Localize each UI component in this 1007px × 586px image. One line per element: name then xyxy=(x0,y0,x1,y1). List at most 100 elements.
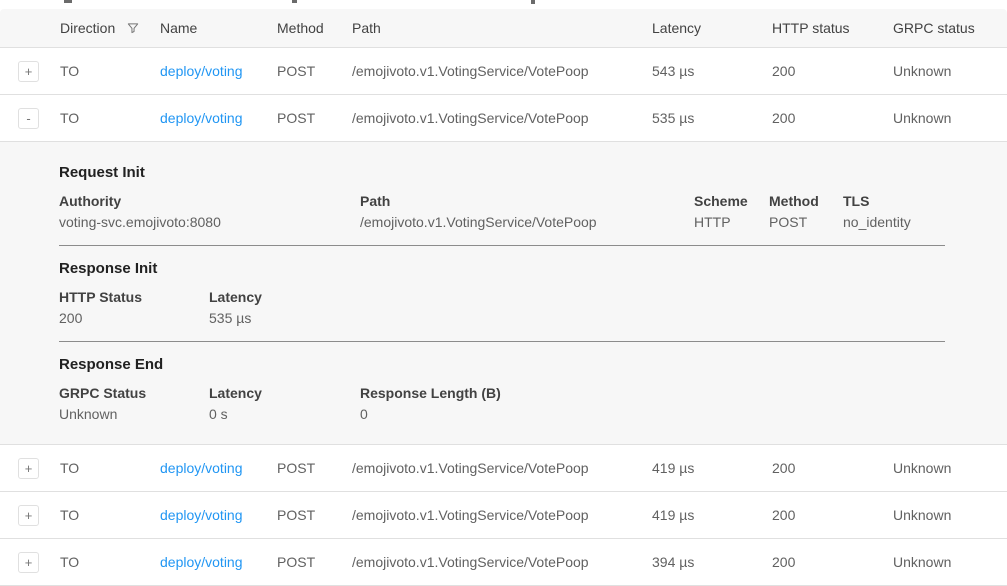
latency-value: 535 µs xyxy=(209,308,945,329)
row-grpc-status: Unknown xyxy=(893,507,1007,523)
cropped-top-content xyxy=(0,0,1007,9)
response-length-value: 0 xyxy=(360,404,945,425)
column-header-method: Method xyxy=(277,20,352,36)
tls-value: no_identity xyxy=(843,212,945,233)
table-row: + TO deploy/voting POST /emojivoto.v1.Vo… xyxy=(0,445,1007,492)
grpc-status-value: Unknown xyxy=(59,404,209,425)
row-method: POST xyxy=(277,554,352,570)
authority-field: Authority voting-svc.emojivoto:8080 xyxy=(59,191,360,233)
row-path: /emojivoto.v1.VotingService/VotePoop xyxy=(352,110,652,126)
response-length-field: Response Length (B) 0 xyxy=(360,383,945,425)
latency-label: Latency xyxy=(209,383,360,404)
row-method: POST xyxy=(277,110,352,126)
table-row: + TO deploy/voting POST /emojivoto.v1.Vo… xyxy=(0,539,1007,586)
response-end-section: Response End GRPC Status Unknown Latency… xyxy=(59,354,945,425)
table-row-expanded: - TO deploy/voting POST /emojivoto.v1.Vo… xyxy=(0,95,1007,142)
path-field: Path /emojivoto.v1.VotingService/VotePoo… xyxy=(360,191,694,233)
scheme-field: Scheme HTTP xyxy=(694,191,769,233)
method-field: Method POST xyxy=(769,191,843,233)
grpc-status-label: GRPC Status xyxy=(59,383,209,404)
row-latency: 394 µs xyxy=(652,554,772,570)
table-row: + TO deploy/voting POST /emojivoto.v1.Vo… xyxy=(0,48,1007,95)
grpc-status-field: GRPC Status Unknown xyxy=(59,383,209,425)
row-name-link[interactable]: deploy/voting xyxy=(160,460,243,476)
collapse-row-button[interactable]: - xyxy=(18,108,39,129)
row-name-link[interactable]: deploy/voting xyxy=(160,110,243,126)
table-header-row: Direction Name Method Path Latency HTTP … xyxy=(0,9,1007,48)
scheme-value: HTTP xyxy=(694,212,769,233)
row-latency: 419 µs xyxy=(652,460,772,476)
row-direction: TO xyxy=(60,554,160,570)
row-direction: TO xyxy=(60,460,160,476)
tap-results-table: Direction Name Method Path Latency HTTP … xyxy=(0,9,1007,586)
http-status-label: HTTP Status xyxy=(59,287,209,308)
row-direction: TO xyxy=(60,110,160,126)
method-value: POST xyxy=(769,212,843,233)
row-direction: TO xyxy=(60,507,160,523)
cropped-text-fragment xyxy=(531,0,535,4)
row-http-status: 200 xyxy=(772,554,893,570)
expand-row-button[interactable]: + xyxy=(18,458,39,479)
row-latency: 419 µs xyxy=(652,507,772,523)
row-path: /emojivoto.v1.VotingService/VotePoop xyxy=(352,554,652,570)
cropped-text-fragment xyxy=(292,0,297,3)
http-status-field: HTTP Status 200 xyxy=(59,287,209,329)
column-header-direction: Direction xyxy=(60,20,160,36)
path-label: Path xyxy=(360,191,694,212)
column-header-path: Path xyxy=(352,20,652,36)
response-init-section: Response Init HTTP Status 200 Latency 53… xyxy=(59,258,945,342)
row-grpc-status: Unknown xyxy=(893,460,1007,476)
row-path: /emojivoto.v1.VotingService/VotePoop xyxy=(352,507,652,523)
response-init-title: Response Init xyxy=(59,258,945,279)
response-length-label: Response Length (B) xyxy=(360,383,945,404)
row-latency: 535 µs xyxy=(652,110,772,126)
column-header-name: Name xyxy=(160,20,277,36)
row-method: POST xyxy=(277,460,352,476)
tls-field: TLS no_identity xyxy=(843,191,945,233)
response-end-title: Response End xyxy=(59,354,945,375)
authority-label: Authority xyxy=(59,191,360,212)
filter-funnel-icon[interactable] xyxy=(126,21,140,35)
section-divider xyxy=(59,245,945,246)
row-grpc-status: Unknown xyxy=(893,63,1007,79)
row-method: POST xyxy=(277,63,352,79)
row-method: POST xyxy=(277,507,352,523)
row-http-status: 200 xyxy=(772,63,893,79)
row-grpc-status: Unknown xyxy=(893,110,1007,126)
latency-value: 0 s xyxy=(209,404,360,425)
column-header-latency: Latency xyxy=(652,20,772,36)
direction-header-label: Direction xyxy=(60,20,115,36)
row-http-status: 200 xyxy=(772,507,893,523)
column-header-http-status: HTTP status xyxy=(772,20,893,36)
row-name-link[interactable]: deploy/voting xyxy=(160,554,243,570)
row-http-status: 200 xyxy=(772,460,893,476)
scheme-label: Scheme xyxy=(694,191,769,212)
row-http-status: 200 xyxy=(772,110,893,126)
cropped-text-fragment xyxy=(64,0,72,3)
row-name-link[interactable]: deploy/voting xyxy=(160,507,243,523)
expand-row-button[interactable]: + xyxy=(18,505,39,526)
latency-field: Latency 0 s xyxy=(209,383,360,425)
tap-table-page: Direction Name Method Path Latency HTTP … xyxy=(0,0,1007,586)
method-label: Method xyxy=(769,191,843,212)
latency-field: Latency 535 µs xyxy=(209,287,945,329)
request-init-title: Request Init xyxy=(59,162,945,183)
section-divider xyxy=(59,341,945,342)
expand-row-button[interactable]: + xyxy=(18,61,39,82)
column-header-grpc-status: GRPC status xyxy=(893,20,1007,36)
row-path: /emojivoto.v1.VotingService/VotePoop xyxy=(352,63,652,79)
http-status-value: 200 xyxy=(59,308,209,329)
request-init-section: Request Init Authority voting-svc.emojiv… xyxy=(59,162,945,246)
row-direction: TO xyxy=(60,63,160,79)
row-name-link[interactable]: deploy/voting xyxy=(160,63,243,79)
table-row: + TO deploy/voting POST /emojivoto.v1.Vo… xyxy=(0,492,1007,539)
row-latency: 543 µs xyxy=(652,63,772,79)
path-value: /emojivoto.v1.VotingService/VotePoop xyxy=(360,212,694,233)
row-path: /emojivoto.v1.VotingService/VotePoop xyxy=(352,460,652,476)
row-grpc-status: Unknown xyxy=(893,554,1007,570)
expanded-row-detail: Request Init Authority voting-svc.emojiv… xyxy=(0,142,1007,445)
expand-row-button[interactable]: + xyxy=(18,552,39,573)
tls-label: TLS xyxy=(843,191,945,212)
authority-value: voting-svc.emojivoto:8080 xyxy=(59,212,360,233)
latency-label: Latency xyxy=(209,287,945,308)
